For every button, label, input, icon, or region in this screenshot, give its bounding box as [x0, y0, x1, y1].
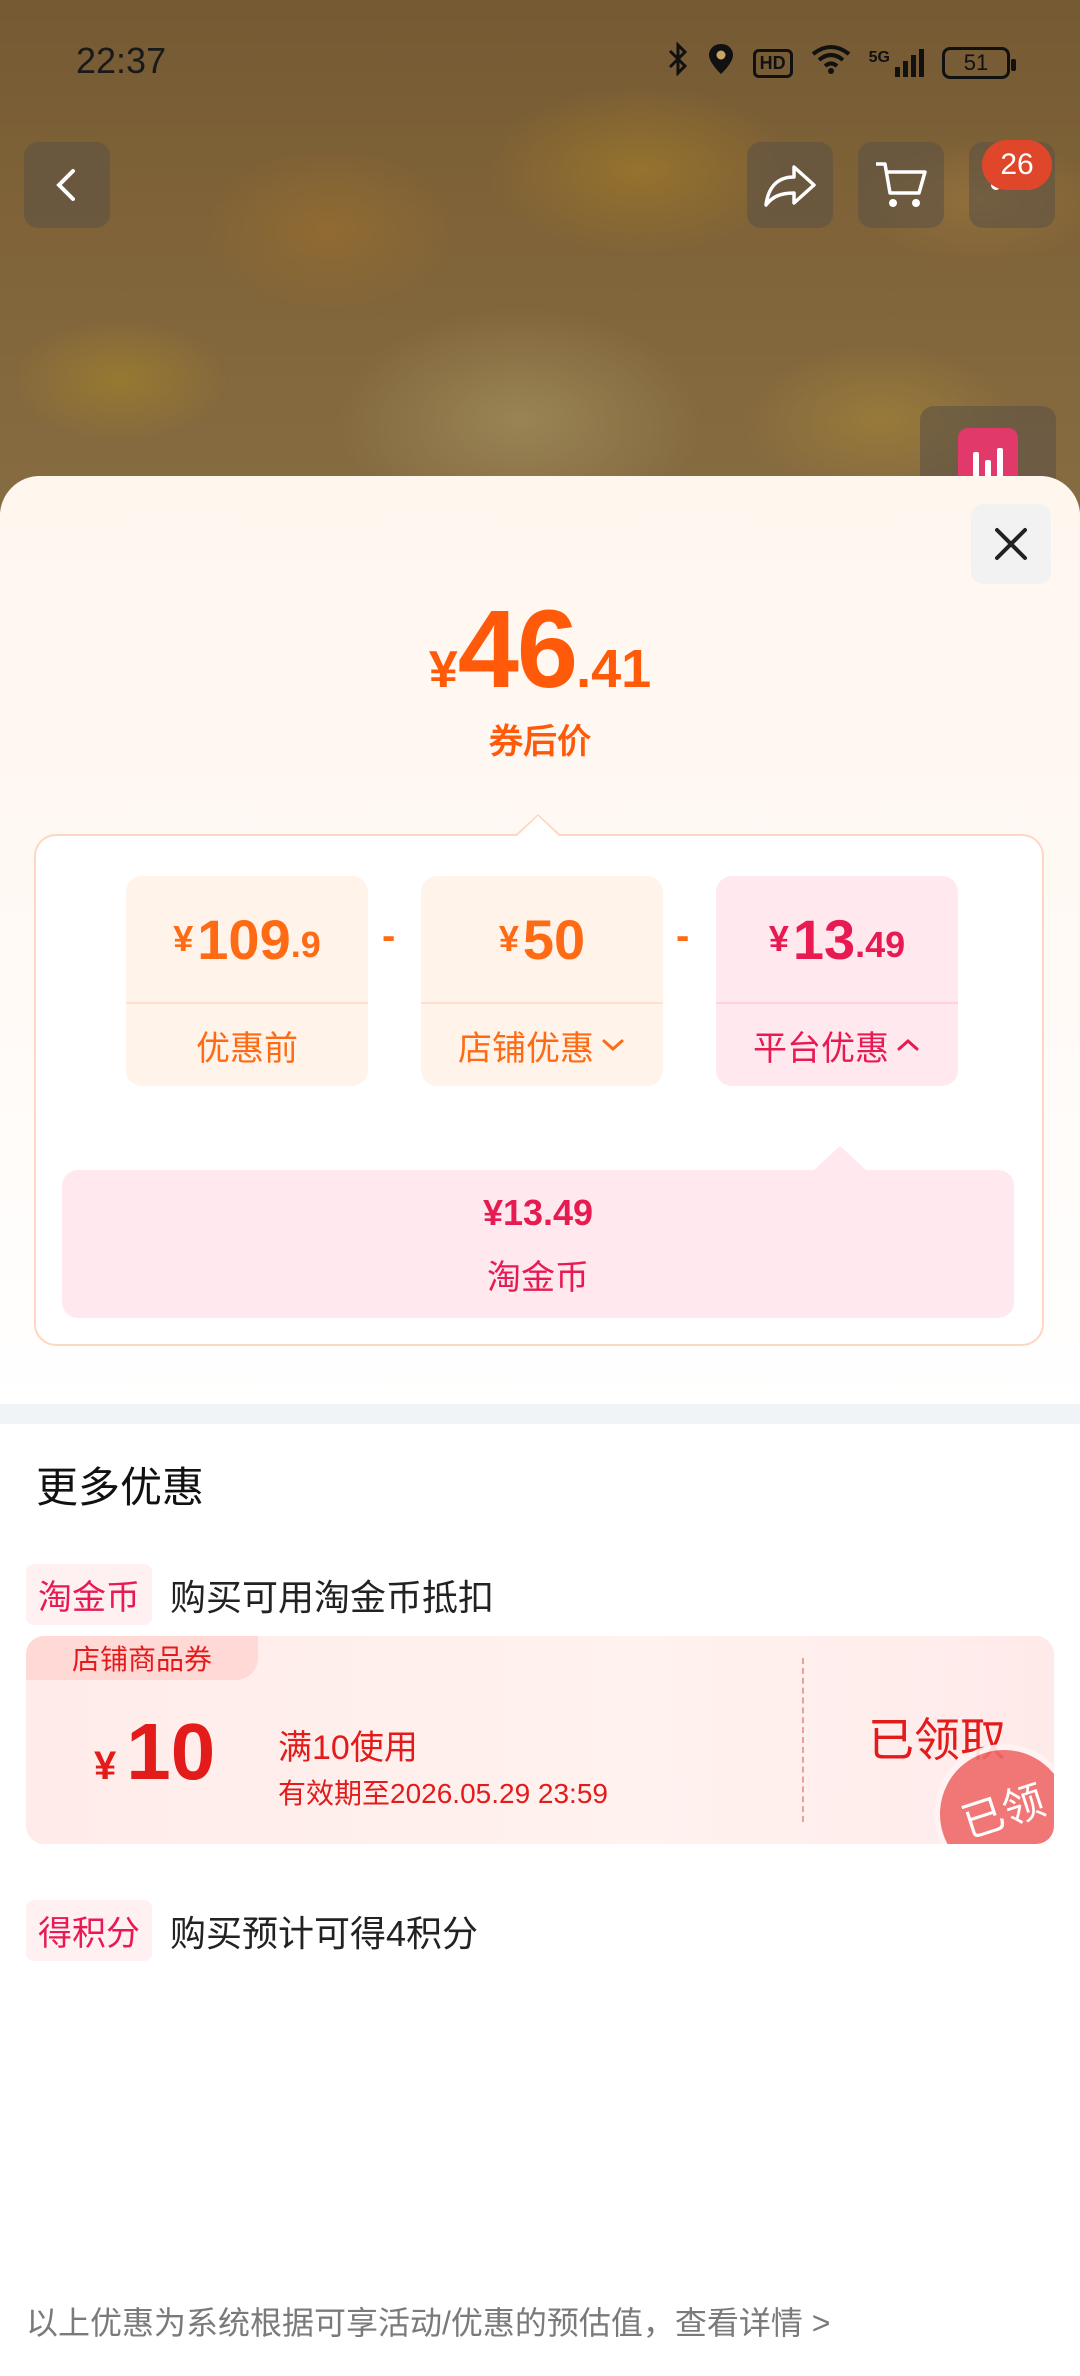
battery-indicator: 51	[942, 47, 1016, 79]
coupon-separator	[802, 1658, 804, 1822]
taojinbi-label: 淘金币	[487, 1259, 589, 1297]
final-price-label: 券后价	[489, 723, 591, 761]
currency-symbol: ¥	[768, 918, 789, 959]
price-decimal: .41	[576, 639, 652, 699]
coupon-amount-value: 10	[126, 1707, 216, 1796]
breakdown-pointer	[514, 814, 562, 837]
points-row: 得积分 购买预计可得4积分	[26, 1900, 478, 1961]
price-before-label: 优惠前	[196, 1029, 298, 1068]
status-bar: 22:37 HD 5G 51	[0, 0, 1080, 120]
value-integer: 13	[792, 907, 856, 971]
cart-button[interactable]	[858, 142, 944, 228]
chevron-left-icon	[56, 169, 75, 201]
points-text: 购买预计可得4积分	[170, 1912, 479, 1954]
coupon-amount: ¥10	[94, 1706, 215, 1798]
close-icon	[995, 528, 1027, 560]
bluetooth-icon	[667, 41, 689, 84]
minus-sign: -	[382, 914, 396, 958]
price-breakdown: ¥109.9 优惠前 - ¥50 店铺优惠 - ¥13.49 平台优惠 ¥13.…	[34, 814, 1044, 1346]
status-icons: HD 5G 51	[667, 41, 1016, 84]
platform-discount-card[interactable]: ¥13.49 平台优惠	[716, 876, 958, 1086]
share-button[interactable]	[747, 142, 833, 228]
price-before-card: ¥109.9 优惠前	[126, 876, 368, 1086]
taojinbi-value: ¥13.49	[482, 1192, 594, 1233]
chevron-up-icon	[897, 1038, 919, 1051]
taojinbi-row: 淘金币 购买可用淘金币抵扣	[26, 1564, 494, 1625]
price-detail-sheet: ¥46.41 券后价 ¥109.9 优惠前 - ¥50 店铺优惠 - ¥13.4…	[0, 476, 1080, 2376]
store-discount-label: 店铺优惠	[421, 1004, 663, 1086]
estimate-disclaimer-link[interactable]: 以上优惠为系统根据可享活动/优惠的预估值，查看详情 >	[26, 2298, 830, 2344]
coupon-expiry: 有效期至2026.05.29 23:59	[278, 1778, 608, 1809]
price-symbol: ¥	[428, 641, 458, 699]
cart-count-badge: 26	[982, 140, 1052, 190]
detail-pointer	[814, 1146, 866, 1170]
store-discount-value: ¥50	[421, 876, 663, 1004]
platform-discount-label: 平台优惠	[716, 1004, 958, 1086]
value-integer: 50	[522, 907, 586, 971]
hd-icon: HD	[752, 48, 793, 78]
wifi-icon	[811, 44, 851, 82]
final-price: ¥46.41	[0, 586, 1080, 713]
taojinbi-text: 购买可用淘金币抵扣	[170, 1576, 495, 1618]
status-time: 22:37	[76, 40, 167, 81]
signal-5g-label: 5G	[868, 49, 890, 66]
currency-symbol: ¥	[498, 918, 519, 959]
close-button[interactable]	[971, 504, 1051, 584]
currency-symbol: ¥	[173, 918, 194, 959]
value-decimal: .9	[290, 924, 321, 965]
platform-discount-value: ¥13.49	[716, 876, 958, 1004]
store-coupon-card[interactable]: 店铺商品券 ¥10 满10使用 有效期至2026.05.29 23:59 已领取…	[26, 1636, 1054, 1844]
chevron-down-icon	[602, 1039, 624, 1052]
points-tag: 得积分	[26, 1900, 152, 1961]
cart-icon	[876, 162, 927, 207]
currency-symbol: ¥	[94, 1744, 117, 1788]
signal-5g-icon: 5G	[869, 49, 924, 77]
coupon-type-tag: 店铺商品券	[26, 1636, 259, 1680]
more-discounts-title: 更多优惠	[36, 1464, 205, 1511]
store-discount-card[interactable]: ¥50 店铺优惠	[421, 876, 663, 1086]
back-button[interactable]	[24, 142, 110, 228]
platform-discount-label-text: 平台优惠	[753, 1029, 889, 1068]
taojinbi-detail: ¥13.49 淘金币	[62, 1146, 1014, 1318]
price-integer: 46	[457, 588, 578, 711]
section-divider	[0, 1404, 1080, 1424]
taojinbi-tag: 淘金币	[26, 1564, 152, 1625]
share-icon	[764, 165, 816, 207]
value-integer: 109	[197, 907, 291, 971]
coupon-condition: 满10使用	[278, 1729, 418, 1767]
minus-sign: -	[676, 914, 690, 958]
price-before-value: ¥109.9	[126, 876, 368, 1004]
store-discount-label-text: 店铺优惠	[458, 1029, 594, 1068]
value-decimal: .49	[855, 924, 906, 965]
location-icon	[707, 42, 735, 84]
